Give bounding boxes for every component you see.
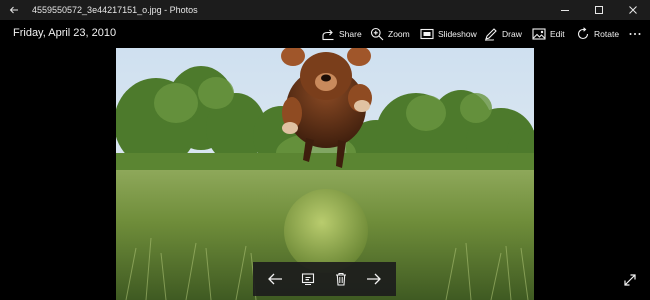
more-icon [629, 33, 641, 35]
draw-button[interactable]: Draw [484, 24, 522, 44]
window-controls [548, 0, 650, 20]
more-button[interactable] [628, 24, 642, 44]
back-arrow-icon [9, 6, 18, 14]
edit-label: Edit [550, 29, 565, 39]
zoom-label: Zoom [388, 29, 410, 39]
maximize-button[interactable] [582, 0, 616, 20]
slideshow-nav-button[interactable] [297, 268, 319, 290]
share-button[interactable]: Share [321, 24, 362, 44]
close-icon [629, 6, 637, 14]
previous-button[interactable] [264, 268, 286, 290]
zoom-icon [370, 27, 384, 41]
minimize-icon [561, 10, 569, 11]
edit-button[interactable]: Edit [532, 24, 565, 44]
zoom-button[interactable]: Zoom [370, 24, 410, 44]
minimize-button[interactable] [548, 0, 582, 20]
command-bar: Friday, April 23, 2010 Share Zoom Slides… [0, 20, 650, 48]
arrow-right-icon [366, 273, 381, 285]
slideshow-button[interactable]: Slideshow [420, 24, 477, 44]
title-bar: 4559550572_3e44217151_o.jpg - Photos [0, 0, 650, 20]
fullscreen-button[interactable] [620, 270, 640, 290]
slideshow-icon [420, 28, 434, 40]
pen-icon [484, 28, 497, 41]
rotate-button[interactable]: Rotate [576, 24, 619, 44]
photo-date: Friday, April 23, 2010 [13, 27, 117, 39]
share-label: Share [339, 29, 362, 39]
next-button[interactable] [363, 268, 385, 290]
delete-button[interactable] [330, 268, 352, 290]
slideshow-label: Slideshow [438, 29, 477, 39]
maximize-icon [595, 6, 603, 14]
rotate-icon [577, 27, 589, 40]
back-button[interactable] [0, 0, 28, 20]
close-button[interactable] [616, 0, 650, 20]
draw-label: Draw [502, 29, 522, 39]
arrow-left-icon [268, 273, 283, 285]
trash-icon [335, 272, 346, 286]
share-icon [322, 29, 334, 41]
presentation-icon [302, 273, 315, 286]
edit-image-icon [532, 28, 546, 40]
window-title: 4559550572_3e44217151_o.jpg - Photos [32, 5, 198, 15]
photo-navigation-bar [253, 262, 396, 296]
rotate-label: Rotate [594, 29, 620, 39]
fullscreen-icon [624, 274, 636, 286]
